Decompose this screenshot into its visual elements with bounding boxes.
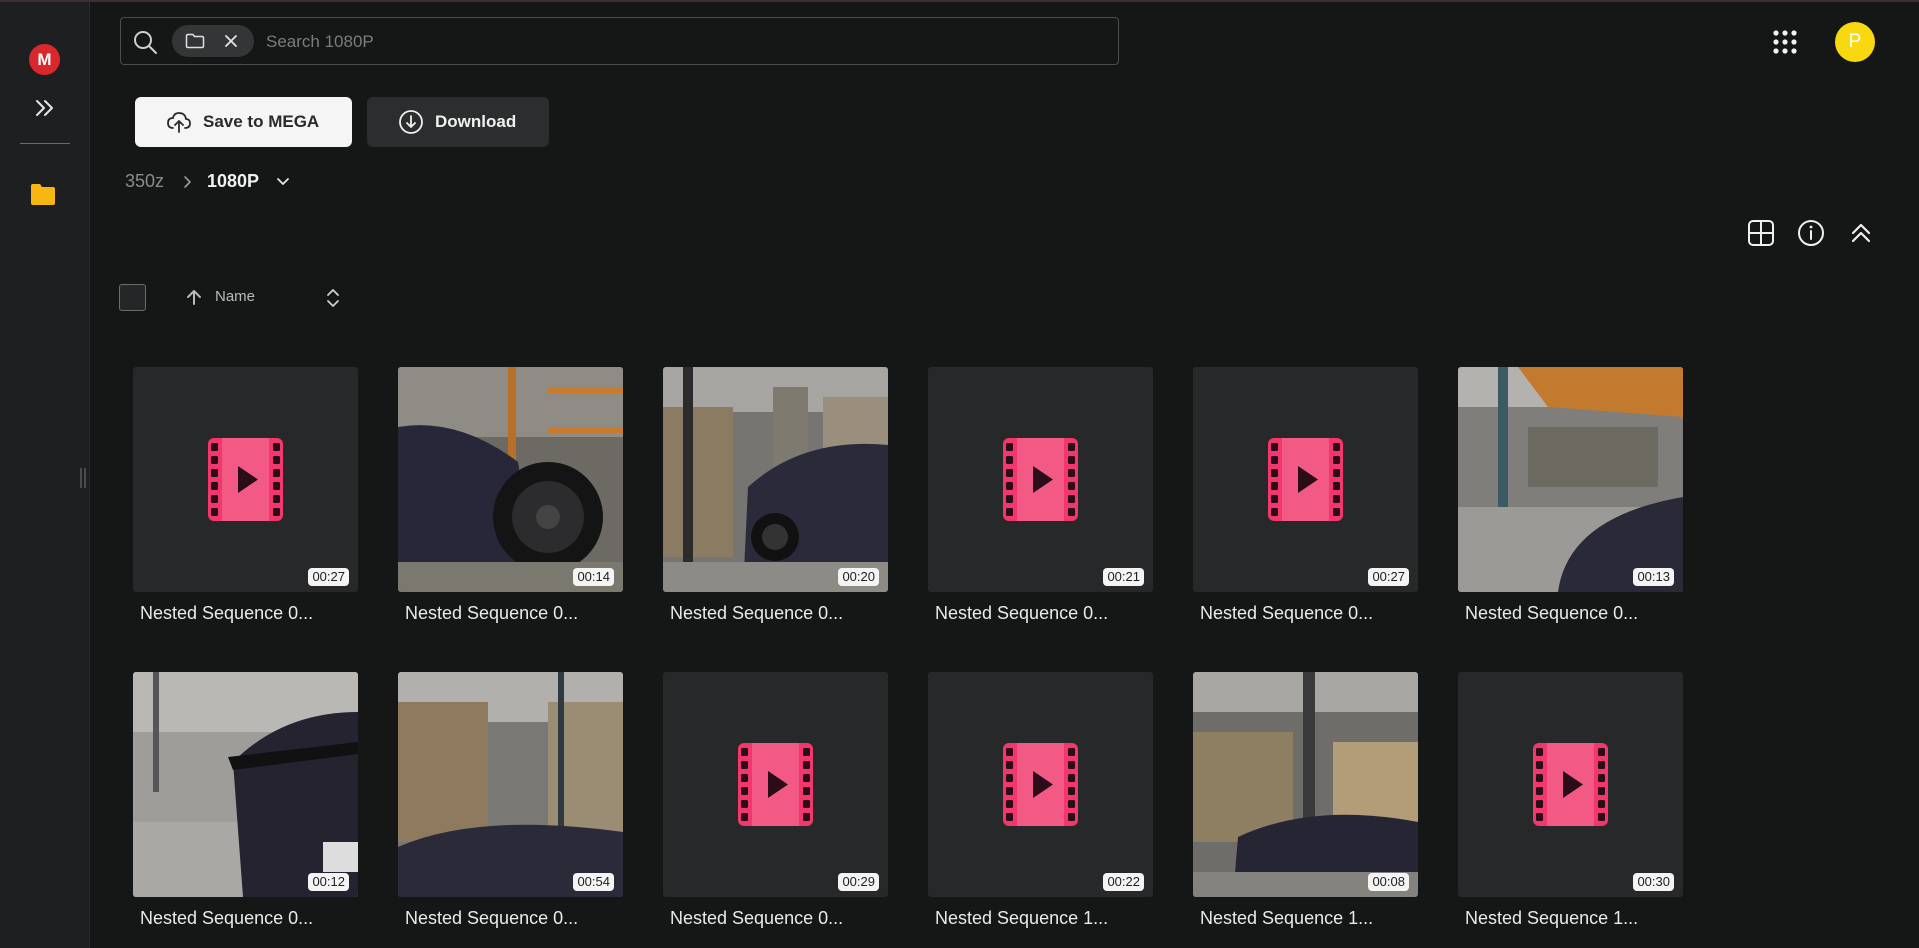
file-name[interactable]: Nested Sequence 0... xyxy=(1465,603,1680,624)
sort-toggle-icon[interactable] xyxy=(324,286,342,310)
video-thumbnail-image xyxy=(398,367,623,592)
file-name[interactable]: Nested Sequence 0... xyxy=(140,908,355,929)
cloud-upload-icon xyxy=(167,112,191,133)
video-thumbnail-image xyxy=(663,367,888,592)
select-all-checkbox[interactable] xyxy=(119,284,146,311)
file-tile[interactable]: 00:12 Nested Sequence 0... xyxy=(133,672,358,932)
breadcrumb-current[interactable]: 1080P xyxy=(207,171,259,192)
file-tile[interactable]: 00:13 Nested Sequence 0... xyxy=(1458,367,1683,627)
file-name[interactable]: Nested Sequence 1... xyxy=(1200,908,1415,929)
file-thumbnail[interactable]: 00:54 xyxy=(398,672,623,897)
duration-badge: 00:22 xyxy=(1103,873,1144,891)
file-name[interactable]: Nested Sequence 1... xyxy=(1465,908,1680,929)
close-icon[interactable] xyxy=(222,32,240,50)
video-file-icon xyxy=(1003,438,1078,521)
duration-badge: 00:12 xyxy=(308,873,349,891)
duration-badge: 00:14 xyxy=(573,568,614,586)
file-tile[interactable]: 00:20 Nested Sequence 0... xyxy=(663,367,888,627)
download-label: Download xyxy=(435,112,517,131)
duration-badge: 00:13 xyxy=(1633,568,1674,586)
grid-view-icon[interactable] xyxy=(1747,219,1775,247)
file-thumbnail[interactable]: 00:22 xyxy=(928,672,1153,897)
file-tile[interactable]: 00:22 Nested Sequence 1... xyxy=(928,672,1153,932)
file-thumbnail[interactable]: 00:30 xyxy=(1458,672,1683,897)
duration-badge: 00:27 xyxy=(1368,568,1409,586)
duration-badge: 00:54 xyxy=(573,873,614,891)
file-tile[interactable]: 00:14 Nested Sequence 0... xyxy=(398,367,623,627)
file-thumbnail[interactable]: 00:21 xyxy=(928,367,1153,592)
file-tile[interactable]: 00:29 Nested Sequence 0... xyxy=(663,672,888,932)
duration-badge: 00:29 xyxy=(838,873,879,891)
file-thumbnail[interactable]: 00:29 xyxy=(663,672,888,897)
file-tile[interactable]: 00:27 Nested Sequence 0... xyxy=(133,367,358,627)
apps-grid-icon[interactable] xyxy=(1772,29,1798,55)
breadcrumb-root[interactable]: 350z xyxy=(125,171,164,192)
avatar[interactable]: P xyxy=(1835,22,1875,62)
info-icon[interactable] xyxy=(1797,219,1825,247)
file-tile[interactable]: 00:27 Nested Sequence 0... xyxy=(1193,367,1418,627)
sidebar-divider xyxy=(20,143,70,144)
file-tile[interactable]: 00:08 Nested Sequence 1... xyxy=(1193,672,1418,932)
video-file-icon xyxy=(738,743,813,826)
video-file-icon xyxy=(1003,743,1078,826)
file-name[interactable]: Nested Sequence 0... xyxy=(1200,603,1415,624)
file-name[interactable]: Nested Sequence 0... xyxy=(935,603,1150,624)
file-name[interactable]: Nested Sequence 0... xyxy=(670,603,885,624)
file-thumbnail[interactable]: 00:14 xyxy=(398,367,623,592)
file-name[interactable]: Nested Sequence 1... xyxy=(935,908,1150,929)
search-input[interactable] xyxy=(264,24,1098,60)
video-file-icon xyxy=(1268,438,1343,521)
expand-sidebar-icon[interactable] xyxy=(31,94,59,122)
video-thumbnail-image xyxy=(398,672,623,897)
file-thumbnail[interactable]: 00:08 xyxy=(1193,672,1418,897)
arrow-up-icon[interactable] xyxy=(184,287,204,307)
video-thumbnail-image xyxy=(1193,672,1418,897)
duration-badge: 00:20 xyxy=(838,568,879,586)
chevron-right-icon xyxy=(184,176,191,188)
video-file-icon xyxy=(208,438,283,521)
file-name[interactable]: Nested Sequence 0... xyxy=(140,603,355,624)
duration-badge: 00:30 xyxy=(1633,873,1674,891)
folder-scope-chip[interactable] xyxy=(172,25,254,57)
file-tile[interactable]: 00:21 Nested Sequence 0... xyxy=(928,367,1153,627)
duration-badge: 00:27 xyxy=(308,568,349,586)
duration-badge: 00:21 xyxy=(1103,568,1144,586)
file-thumbnail[interactable]: 00:27 xyxy=(1193,367,1418,592)
file-tile[interactable]: 00:30 Nested Sequence 1... xyxy=(1458,672,1683,932)
resize-handle-icon[interactable] xyxy=(78,466,88,490)
folder-outline-icon xyxy=(185,33,205,49)
file-tile[interactable]: 00:54 Nested Sequence 0... xyxy=(398,672,623,932)
sidebar: M xyxy=(0,2,90,948)
chevron-double-up-icon[interactable] xyxy=(1848,219,1874,247)
search-bar[interactable] xyxy=(120,17,1119,65)
folder-icon[interactable] xyxy=(30,182,56,206)
download-icon xyxy=(399,110,423,134)
chevron-down-icon[interactable] xyxy=(276,176,290,188)
file-thumbnail[interactable]: 00:12 xyxy=(133,672,358,897)
download-button[interactable]: Download xyxy=(367,97,549,147)
file-thumbnail[interactable]: 00:13 xyxy=(1458,367,1683,592)
file-thumbnail[interactable]: 00:20 xyxy=(663,367,888,592)
window-top-border xyxy=(0,0,1919,2)
mega-logo[interactable]: M xyxy=(29,44,60,75)
video-thumbnail-image xyxy=(1458,367,1683,592)
save-to-mega-button[interactable]: Save to MEGA xyxy=(135,97,352,147)
sort-by-name-label[interactable]: Name xyxy=(215,288,255,305)
video-file-icon xyxy=(1533,743,1608,826)
video-thumbnail-image xyxy=(133,672,358,897)
save-to-mega-label: Save to MEGA xyxy=(203,112,320,131)
file-name[interactable]: Nested Sequence 0... xyxy=(670,908,885,929)
file-thumbnail[interactable]: 00:27 xyxy=(133,367,358,592)
search-icon xyxy=(134,31,157,54)
file-name[interactable]: Nested Sequence 0... xyxy=(405,603,620,624)
duration-badge: 00:08 xyxy=(1368,873,1409,891)
file-name[interactable]: Nested Sequence 0... xyxy=(405,908,620,929)
